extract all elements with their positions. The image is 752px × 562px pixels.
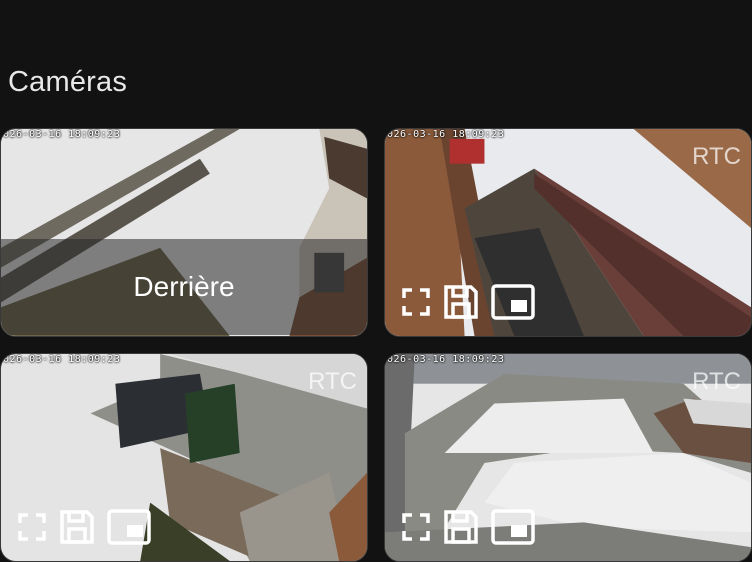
save-icon[interactable]: [443, 509, 479, 545]
fullscreen-icon[interactable]: [401, 512, 431, 542]
section-title: Caméras: [8, 66, 128, 98]
fullscreen-icon[interactable]: [17, 512, 47, 542]
camera-controls: [401, 509, 535, 545]
camera-timestamp: 026-03-16 18:09:23: [387, 354, 505, 365]
camera-card-valley[interactable]: 026-03-16 18:09:23 RTC: [384, 353, 752, 562]
picture-in-picture-icon[interactable]: [491, 284, 535, 320]
picture-in-picture-icon[interactable]: [491, 509, 535, 545]
save-icon[interactable]: [443, 284, 479, 320]
camera-name-label: Derrière: [133, 271, 235, 302]
camera-controls: [401, 284, 535, 320]
camera-timestamp: 026-03-16 18:09:23: [3, 129, 121, 140]
camera-timestamp: 026-03-16 18:09:23: [387, 129, 505, 140]
save-icon[interactable]: [59, 509, 95, 545]
rtc-badge: RTC: [692, 143, 741, 170]
camera-card-balcony[interactable]: 026-03-16 18:09:23 RTC: [384, 128, 752, 337]
picture-in-picture-icon[interactable]: [107, 509, 151, 545]
camera-card-back[interactable]: 026-03-16 18:09:23 Derrière: [0, 128, 368, 337]
camera-timestamp: 026-03-16 18:09:23: [3, 354, 121, 365]
rtc-badge: RTC: [308, 368, 357, 395]
camera-name-overlay[interactable]: Derrière: [1, 239, 367, 335]
rtc-badge: RTC: [692, 368, 741, 395]
camera-card-driveway[interactable]: 026-03-16 18:09:23 RTC: [0, 353, 368, 562]
fullscreen-icon[interactable]: [401, 287, 431, 317]
camera-controls: [17, 509, 151, 545]
